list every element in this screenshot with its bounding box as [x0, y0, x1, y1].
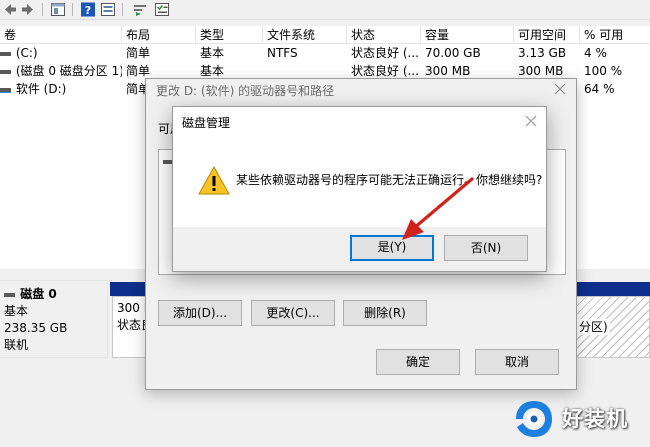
rescan-icon[interactable] — [132, 2, 148, 17]
column-header-percent-free[interactable]: % 可用 — [580, 26, 650, 44]
toolbar-separator — [122, 3, 123, 16]
toolbar-separator — [72, 3, 73, 16]
watermark: 好装机 — [514, 396, 648, 442]
delete-button[interactable]: 删除(R) — [343, 300, 427, 326]
ok-button[interactable]: 确定 — [376, 349, 460, 375]
dialog-title: 更改 D: (软件) 的驱动器号和路径 — [156, 84, 335, 98]
warning-icon — [197, 165, 231, 197]
disk-status: 联机 — [4, 338, 29, 352]
column-header-volume[interactable]: 卷 — [0, 26, 122, 44]
add-button[interactable]: 添加(D)... — [158, 300, 242, 326]
drive-icon — [0, 51, 11, 56]
disk-info-panel[interactable]: 磁盘 0 基本 238.35 GB 联机 — [0, 280, 108, 358]
volume-name: (C:) — [15, 46, 38, 60]
cancel-button[interactable]: 取消 — [475, 349, 559, 375]
disk-size: 238.35 GB — [4, 321, 68, 335]
volume-status: 状态良好 (... — [351, 46, 419, 60]
column-header-layout[interactable]: 布局 — [122, 26, 196, 44]
close-icon[interactable] — [523, 113, 539, 129]
volume-row[interactable]: (C:) 简单 基本 NTFS 状态良好 (... 70.00 GB 3.13 … — [0, 45, 650, 62]
column-header-status[interactable]: 状态 — [347, 26, 421, 44]
disk-icon — [4, 292, 15, 297]
toolbar-separator — [42, 3, 43, 16]
red-arrow-annotation — [402, 177, 474, 240]
column-header-free-space[interactable]: 可用空间 — [514, 26, 580, 44]
change-button[interactable]: 更改(C)... — [251, 300, 335, 326]
volume-percent-free: 4 % — [584, 46, 607, 60]
confirm-message: 某些依赖驱动器号的程序可能无法正确运行。你想继续吗? — [236, 173, 543, 187]
console-tree-icon[interactable] — [50, 2, 66, 17]
column-header-type[interactable]: 类型 — [196, 26, 263, 44]
partition-label: 分区) — [577, 319, 610, 335]
drive-icon — [0, 69, 11, 74]
volume-percent-free: 64 % — [584, 82, 615, 96]
volume-free-space: 3.13 GB — [518, 46, 567, 60]
watermark-text: 好装机 — [562, 407, 628, 431]
confirm-dialog: 磁盘管理 某些依赖驱动器号的程序可能无法正确运行。你想继续吗? 是(Y) 否(N… — [172, 106, 547, 272]
dialog-title: 磁盘管理 — [182, 116, 231, 130]
volume-percent-free: 100 % — [584, 64, 623, 78]
forward-icon[interactable] — [20, 2, 36, 17]
volume-name: 软件 (D:) — [15, 82, 67, 96]
volume-capacity: 70.00 GB — [425, 46, 481, 60]
disk-type: 基本 — [4, 304, 29, 318]
column-header-filesystem[interactable]: 文件系统 — [263, 26, 347, 44]
list-icon[interactable] — [154, 2, 170, 17]
volume-name: (磁盘 0 磁盘分区 1) — [15, 64, 122, 78]
drive-icon — [0, 87, 11, 93]
close-icon[interactable] — [552, 81, 568, 97]
back-icon[interactable] — [2, 2, 18, 17]
disk-name: 磁盘 0 — [20, 287, 57, 301]
svg-text:?: ? — [85, 4, 91, 17]
volume-type: 基本 — [200, 46, 225, 60]
toolbar: ? — [0, 0, 650, 20]
volume-layout: 简单 — [126, 46, 151, 60]
partition-status: 状态良 — [117, 318, 152, 332]
volume-filesystem: NTFS — [267, 46, 298, 60]
watermark-logo-icon — [516, 401, 552, 437]
column-header-capacity[interactable]: 容量 — [421, 26, 514, 44]
properties-icon[interactable] — [100, 2, 116, 17]
partition-size: 300 M — [117, 301, 152, 315]
volume-list-header: 卷 布局 类型 文件系统 状态 容量 可用空间 % 可用 — [0, 26, 650, 44]
help-icon[interactable]: ? — [80, 2, 96, 17]
